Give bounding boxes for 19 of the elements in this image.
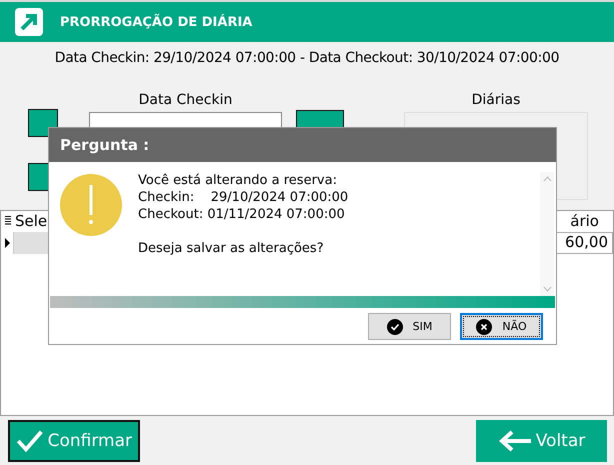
close-circle-icon [476, 318, 492, 334]
dialog-title: Pergunta : [49, 128, 556, 162]
list-icon [3, 216, 13, 226]
message-text: Você está alterando a reserva: [138, 173, 338, 190]
arrow-logo-icon [14, 7, 44, 37]
question-text: Deseja salvar as alterações? [138, 241, 325, 258]
date-info: Data Checkin: 29/10/2024 07:00:00 - Data Checkout: 30/10/2024 07:00:00 [54, 50, 560, 68]
no-button[interactable]: NÃO [460, 313, 543, 340]
message-text: Checkout: 01/11/2024 07:00:00 [138, 207, 346, 224]
window-title: PRORROGAÇÃO DE DIÁRIA [60, 14, 252, 30]
message-text: Checkin: 29/10/2024 07:00:00 [138, 190, 350, 207]
column-header: ário [569, 212, 600, 230]
diarias-label: Diárias [470, 92, 522, 110]
checkin-label: Data Checkin [138, 92, 234, 110]
column-header: Sele [14, 212, 48, 230]
check-circle-icon [386, 318, 403, 334]
left-arrow-icon [498, 429, 532, 453]
warning-icon [59, 173, 123, 237]
yes-button[interactable]: SIM [368, 313, 451, 340]
